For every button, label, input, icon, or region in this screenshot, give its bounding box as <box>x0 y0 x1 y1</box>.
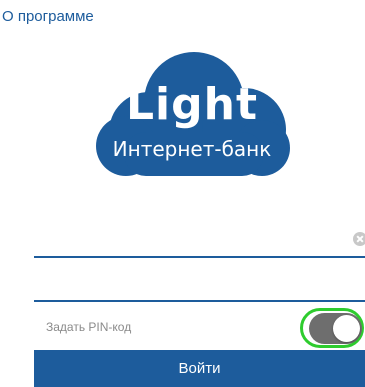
login-screen: О программе Light Интернет-банк Задать P… <box>0 0 365 387</box>
login-input[interactable] <box>34 224 344 256</box>
pin-toggle[interactable] <box>309 313 362 344</box>
pin-label: Задать PIN-код <box>46 320 132 334</box>
app-logo: Light Интернет-банк <box>94 52 290 178</box>
logo-subtitle: Интернет-банк <box>112 137 272 161</box>
login-field[interactable] <box>34 224 365 258</box>
login-underline <box>34 256 365 258</box>
password-input[interactable] <box>34 268 344 300</box>
login-button[interactable]: Войти <box>34 350 365 387</box>
logo-title: Light <box>126 79 258 130</box>
clear-icon[interactable] <box>353 232 365 246</box>
about-link[interactable]: О программе <box>2 8 94 25</box>
toggle-knob <box>333 315 360 342</box>
password-field[interactable] <box>34 268 365 302</box>
password-underline <box>34 300 365 302</box>
